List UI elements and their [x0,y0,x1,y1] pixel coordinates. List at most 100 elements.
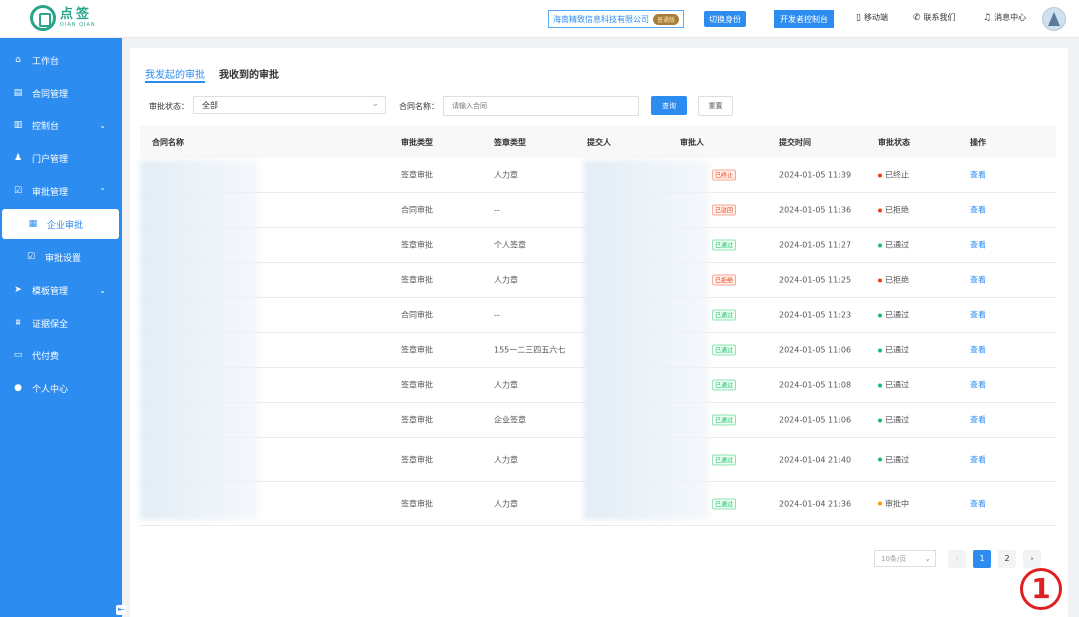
sidebar-item-evidence[interactable]: ⩩ 证据保全 [0,312,122,334]
sidebar: ⌂ 工作台 ▤ 合同管理 ▥ 控制台 ⌄ ♟ 门户管理 ☑ 审批管理 ⌃ ▦ 企… [0,38,122,617]
prev-page-button[interactable]: ‹ [948,550,966,568]
tab-active-indicator [145,81,205,83]
company-label: 海南精致信息科技有限公司 [553,14,649,24]
message-center-label: 消息中心 [994,13,1027,22]
status-select-value: 全部 [202,100,218,110]
sidebar-item-label: 工作台 [32,56,60,67]
column-header: 操作 [970,138,986,147]
chevron-up-icon: ⌃ [99,186,106,196]
sidebar-item-console[interactable]: ▥ 控制台 ⌄ [0,114,122,136]
seal-type-cell: -- [494,310,500,320]
vip-badge: 普通版 [653,13,680,25]
approval-type-cell: 签章审批 [401,380,433,390]
sidebar-item-label: 证据保全 [32,319,69,330]
sidebar-item-label: 代付费 [32,351,60,362]
page-1-button[interactable]: 1 [973,550,991,568]
view-link[interactable]: 查看 [970,345,986,356]
reset-button[interactable]: 重置 [698,96,733,116]
seal-type-cell: 人力章 [494,499,518,508]
approver-status-tag: 已通过 [712,454,737,465]
status-dot-icon [878,348,882,352]
column-header: 签章类型 [494,138,526,147]
status-dot-icon [878,243,882,247]
approval-type-cell: 合同审批 [401,205,433,215]
person-icon: ● [14,383,22,393]
submit-time-cell: 2024-01-05 11:06 [779,415,852,425]
sidebar-item-enterprise-approval[interactable]: ▦ 企业审批 [2,209,119,239]
user-icon: ♟ [13,153,23,163]
sidebar-item-payment[interactable]: ▭ 代付费 [0,344,122,366]
sidebar-item-label: 审批设置 [45,253,82,264]
bell-icon: ♫ [983,12,992,23]
main-panel: 我发起的审批 我收到的审批 审批状态： 全部 ⌄ 合同名称： 查询 重置 合同名… [130,48,1068,617]
submit-time-cell: 2024-01-05 11:23 [779,310,852,320]
view-link[interactable]: 查看 [970,240,986,251]
sidebar-item-contracts[interactable]: ▤ 合同管理 [0,82,122,104]
approval-type-cell: 签章审批 [401,240,433,250]
contract-name-input[interactable] [443,96,639,116]
view-link[interactable]: 查看 [970,454,986,465]
switch-identity-button[interactable]: 切换身份 [704,11,746,27]
logo-subtitle: DIAN QIAN [60,22,96,28]
approval-status-cell: 已通过 [878,415,909,426]
sidebar-item-approval[interactable]: ☑ 审批管理 ⌃ [0,180,122,202]
approver-status-tag: 已通过 [712,379,737,391]
file-icon: ▤ [13,88,23,98]
search-button[interactable]: 查询 [651,96,687,115]
message-center-link[interactable]: ♫ 消息中心 [983,12,1026,23]
sidebar-item-portal[interactable]: ♟ 门户管理 [0,147,122,169]
submit-time-cell: 2024-01-05 11:39 [779,170,852,180]
sidebar-item-label: 门户管理 [32,154,69,165]
status-dot-icon [878,418,882,422]
column-header: 提交时间 [779,138,811,147]
checkbox-icon: ☑ [26,252,36,262]
approval-type-cell: 签章审批 [401,455,433,464]
approver-status-tag: 已终止 [712,169,737,181]
status-dot-icon [878,208,882,212]
developer-console-button[interactable]: 开发者控制台 [774,10,834,28]
sidebar-item-label: 控制台 [32,121,60,132]
sidebar-item-approval-settings[interactable]: ☑ 审批设置 [0,246,122,268]
approver-status-tag: 已通过 [712,344,737,356]
approver-status-tag: 已通过 [712,309,737,321]
next-page-button[interactable]: › [1023,550,1041,568]
chevron-down-icon: ⌄ [371,99,379,109]
view-link[interactable]: 查看 [970,498,986,509]
sidebar-item-profile[interactable]: ● 个人中心 [0,377,122,399]
status-dot-icon [878,173,882,177]
avatar[interactable] [1042,7,1066,31]
view-link[interactable]: 查看 [970,170,986,181]
logo-title: 点签 [60,7,93,22]
sidebar-item-label: 审批管理 [32,187,69,198]
approval-type-cell: 合同审批 [401,310,433,320]
mobile-link[interactable]: ▯ 移动端 [856,12,888,23]
top-header: 点签 DIAN QIAN 海南精致信息科技有限公司 普通版 切换身份 开发者控制… [0,0,1079,38]
approver-status-tag: 已通过 [712,414,737,426]
view-link[interactable]: 查看 [970,380,986,391]
approver-status-tag: 已通过 [712,498,737,509]
tab-received[interactable]: 我收到的审批 [219,66,279,81]
send-icon: ➤ [14,285,22,295]
logo[interactable]: 点签 DIAN QIAN [30,5,96,31]
chevron-down-icon: ⌄ [99,285,106,295]
view-link[interactable]: 查看 [970,415,986,426]
sidebar-item-label: 模板管理 [32,286,69,297]
page-size-value: 10条/页 [881,554,907,563]
status-select[interactable]: 全部 ⌄ [193,96,386,114]
approver-status-tag: 已通过 [712,239,737,251]
contact-link[interactable]: ✆ 联系我们 [913,12,956,23]
mobile-link-label: 移动端 [863,13,888,22]
page-2-button[interactable]: 2 [998,550,1016,568]
view-link[interactable]: 查看 [970,205,986,216]
tab-initiated[interactable]: 我发起的审批 [145,66,205,81]
approval-type-cell: 签章审批 [401,415,433,425]
page-size-select[interactable]: 10条/页 ⌄ [874,550,936,567]
view-link[interactable]: 查看 [970,310,986,321]
sidebar-item-label: 合同管理 [32,89,69,100]
collapse-sidebar-icon[interactable]: ⇤ [116,605,126,615]
view-link[interactable]: 查看 [970,275,986,286]
sidebar-item-workbench[interactable]: ⌂ 工作台 [0,49,122,71]
wallet-icon: ▭ [13,350,23,360]
seal-type-cell: 155一二三四五六七 [494,345,566,355]
sidebar-item-templates[interactable]: ➤ 模板管理 ⌄ [0,279,122,301]
